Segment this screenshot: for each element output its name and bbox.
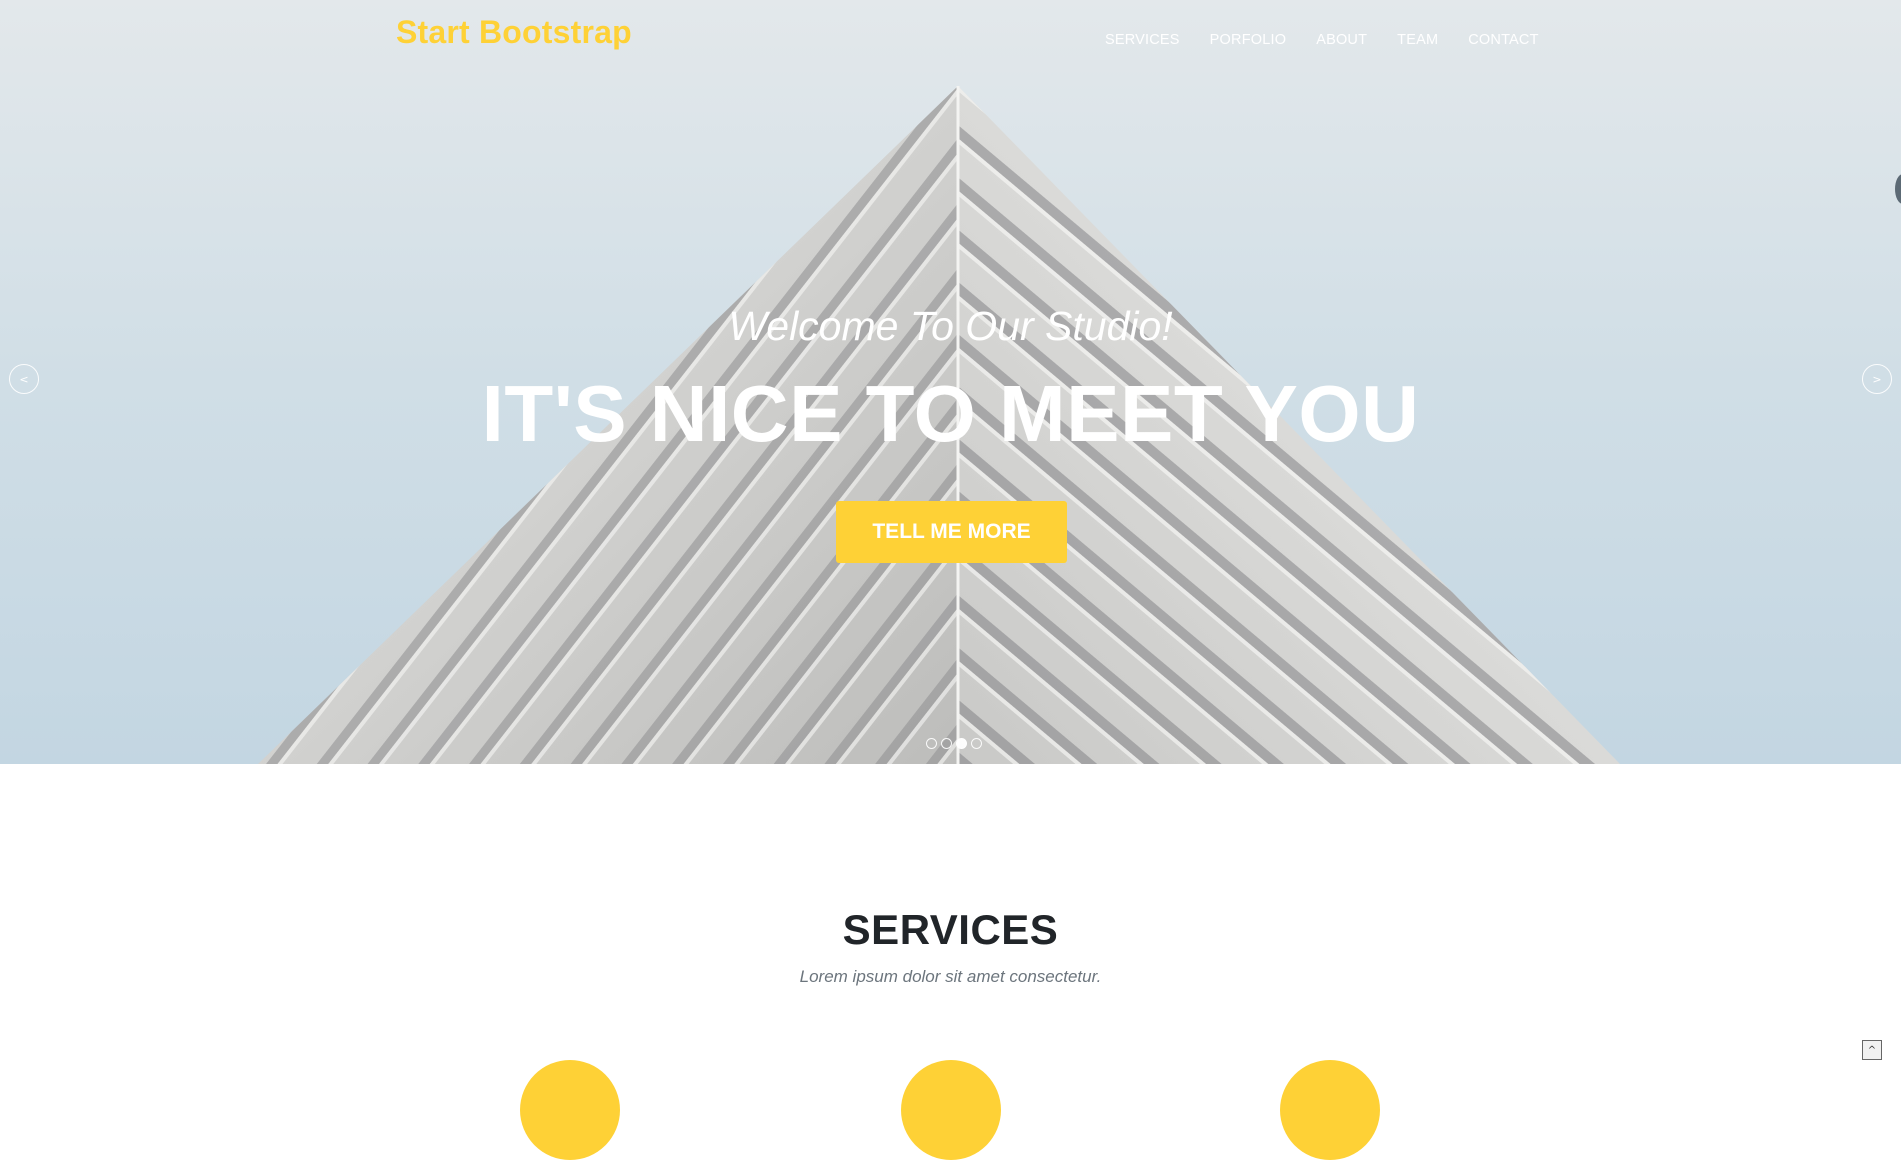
scroll-to-top-button[interactable]: ^ — [1862, 1040, 1882, 1060]
services-heading: SERVICES — [842, 906, 1059, 953]
chevron-up-icon: ^ — [1867, 1044, 1877, 1056]
carousel-dot[interactable] — [971, 738, 982, 749]
chevron-left-icon: < — [19, 372, 29, 386]
carousel-dot-active[interactable] — [956, 738, 967, 749]
service-icon-circle — [901, 1060, 1001, 1160]
carousel-next-button[interactable]: > — [1862, 364, 1892, 394]
hero-carousel: Start Bootstrap SERVICES PORFOLIO ABOUT … — [0, 0, 1901, 764]
nav-item-about[interactable]: ABOUT — [1301, 32, 1382, 48]
service-icon-circle — [520, 1060, 620, 1160]
nav-item-team[interactable]: TEAM — [1382, 32, 1453, 48]
services-subheading: Lorem ipsum dolor sit amet consectetur. — [799, 967, 1102, 986]
nav-item-services[interactable]: SERVICES — [1105, 32, 1195, 48]
main-nav: SERVICES PORFOLIO ABOUT TEAM CONTACT — [1105, 32, 1554, 48]
service-icon-circle — [1280, 1060, 1380, 1160]
carousel-prev-button[interactable]: < — [9, 364, 39, 394]
hero-subtitle: Welcome To Our Studio! — [728, 303, 1173, 349]
carousel-dot[interactable] — [926, 738, 937, 749]
hero-title: IT'S NICE TO MEET YOU — [481, 369, 1420, 458]
brand-logo[interactable]: Start Bootstrap — [396, 14, 632, 51]
tell-me-more-button[interactable]: TELL ME MORE — [836, 501, 1067, 563]
nav-item-portfolio[interactable]: PORFOLIO — [1195, 32, 1302, 48]
nav-item-contact[interactable]: CONTACT — [1453, 32, 1553, 48]
carousel-indicators — [926, 738, 982, 749]
chevron-right-icon: > — [1872, 372, 1882, 386]
carousel-dot[interactable] — [941, 738, 952, 749]
